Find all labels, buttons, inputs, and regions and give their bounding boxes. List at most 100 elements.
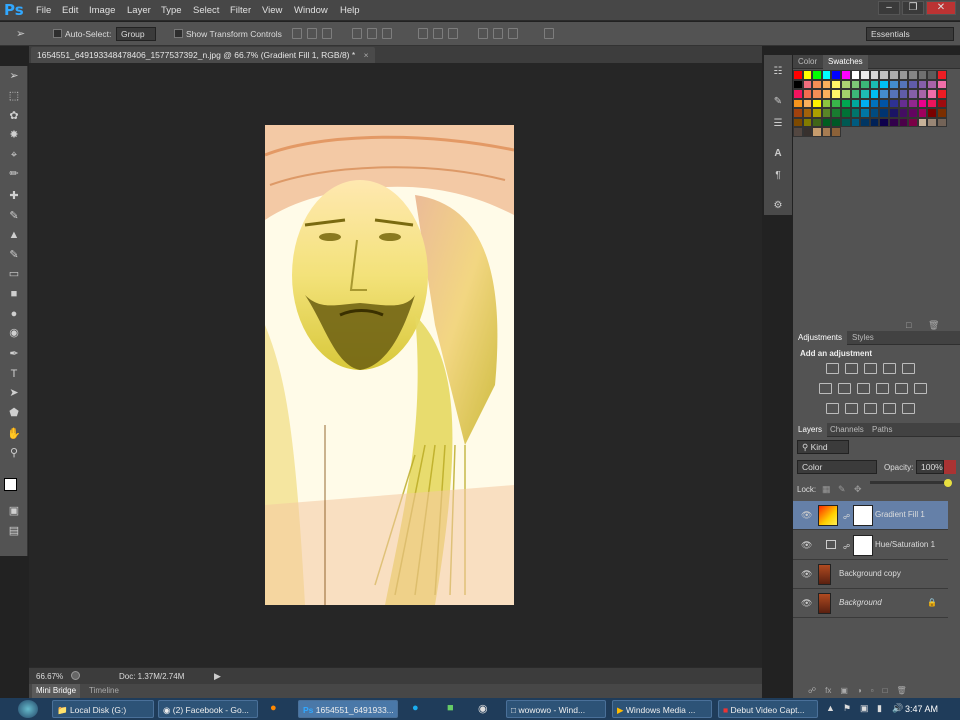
tab-styles[interactable]: Styles	[847, 331, 879, 345]
threshold-icon[interactable]	[864, 403, 877, 414]
swatch[interactable]	[850, 108, 861, 118]
menu-edit[interactable]: Edit	[62, 5, 78, 16]
swatch[interactable]	[898, 79, 909, 89]
close-tab-icon[interactable]: ×	[364, 50, 369, 60]
invert-icon[interactable]	[826, 403, 839, 414]
swatch[interactable]	[860, 117, 870, 127]
visibility-eye-icon[interactable]: 👁	[801, 510, 812, 521]
swatch[interactable]	[879, 108, 889, 118]
move-tool-icon[interactable]: ➢	[16, 27, 25, 40]
swatch[interactable]	[802, 70, 813, 80]
swatch[interactable]	[908, 117, 918, 127]
swatch[interactable]	[908, 108, 918, 118]
taskbar-item[interactable]: ▶ Windows Media ...	[612, 700, 712, 718]
swatch[interactable]	[860, 108, 870, 118]
swatch[interactable]	[936, 108, 947, 118]
filter-kind-select[interactable]: ⚲ Kind	[797, 440, 849, 454]
menu-file[interactable]: File	[36, 5, 51, 16]
swatch[interactable]	[812, 117, 822, 127]
swatch[interactable]	[860, 79, 870, 89]
network-icon[interactable]: ▮	[877, 703, 882, 714]
character-icon[interactable]: A	[770, 148, 786, 162]
swatch[interactable]	[831, 89, 841, 99]
swatch[interactable]	[793, 79, 803, 89]
swatch[interactable]	[927, 79, 937, 89]
taskbar-item[interactable]: ■ Debut Video Capt...	[718, 700, 818, 718]
layer-row[interactable]: 👁 Background 🔒	[793, 589, 948, 618]
swatch[interactable]	[840, 98, 851, 108]
layer-row[interactable]: 👁 Background copy	[793, 560, 948, 589]
close-button[interactable]: ✕	[926, 1, 956, 15]
history-brush-tool-icon[interactable]: ✎	[5, 248, 23, 263]
swatch[interactable]	[936, 117, 947, 127]
align-hcenter-icon[interactable]	[367, 28, 377, 39]
properties-icon[interactable]: ⚙	[770, 200, 786, 214]
photo-filter-icon[interactable]	[876, 383, 889, 394]
paragraph-icon[interactable]: ¶	[770, 170, 786, 184]
swatch[interactable]	[812, 70, 822, 80]
swatch[interactable]	[879, 79, 889, 89]
swatch[interactable]	[840, 108, 851, 118]
firefox-icon[interactable]: ●	[270, 702, 277, 714]
swatch[interactable]	[821, 98, 832, 108]
swatch[interactable]	[898, 108, 909, 118]
crop-tool-icon[interactable]: ⌖	[5, 148, 23, 163]
screen-mode-icon[interactable]: ▤	[5, 524, 23, 539]
brush-tool-icon[interactable]: ✎	[5, 209, 23, 224]
auto-select-checkbox[interactable]	[53, 29, 62, 38]
fx-icon[interactable]: fx	[825, 686, 831, 695]
menu-view[interactable]: View	[262, 5, 282, 16]
eraser-tool-icon[interactable]: ▭	[5, 267, 23, 282]
brush-presets-icon[interactable]: ✎	[770, 96, 786, 110]
volume-icon[interactable]: 🔊	[892, 703, 903, 714]
menu-type[interactable]: Type	[161, 5, 182, 16]
network-app-icon[interactable]: ◉	[478, 702, 488, 715]
swatch[interactable]	[888, 79, 899, 89]
new-adjustment-icon[interactable]: ◑	[857, 686, 862, 695]
swatch[interactable]	[850, 70, 861, 80]
align-vcenter-icon[interactable]	[307, 28, 317, 39]
restore-button[interactable]: ❐	[902, 1, 924, 15]
swatch[interactable]	[917, 79, 928, 89]
opacity-slider-track[interactable]	[870, 481, 948, 484]
distribute-hcenter-icon[interactable]	[493, 28, 503, 39]
swatch[interactable]	[812, 108, 822, 118]
swatch[interactable]	[869, 108, 880, 118]
swatch[interactable]	[793, 98, 803, 108]
path-select-tool-icon[interactable]: ➤	[5, 386, 23, 401]
gradient-tool-icon[interactable]: ■	[5, 287, 23, 302]
taskbar-item[interactable]: 📁 Local Disk (G:)	[52, 700, 154, 718]
clock[interactable]: 3:47 AM	[905, 704, 938, 714]
swatch[interactable]	[869, 117, 880, 127]
opacity-dropdown-arrow[interactable]	[944, 460, 956, 474]
swatch[interactable]	[869, 98, 880, 108]
swatch[interactable]	[936, 70, 947, 80]
type-tool-icon[interactable]: T	[5, 367, 23, 382]
swatch[interactable]	[898, 89, 909, 99]
swatch[interactable]	[793, 70, 803, 80]
swatch[interactable]	[821, 127, 832, 137]
swatch[interactable]	[860, 70, 870, 80]
swatch[interactable]	[898, 70, 909, 80]
selective-color-icon[interactable]	[902, 403, 915, 414]
swatch[interactable]	[802, 98, 813, 108]
swatch[interactable]	[888, 108, 899, 118]
status-info-icon[interactable]	[71, 671, 80, 680]
quick-select-tool-icon[interactable]: ✸	[5, 128, 23, 143]
visibility-eye-icon[interactable]: 👁	[801, 540, 812, 551]
swatch[interactable]	[821, 117, 832, 127]
foreground-color-swatch[interactable]	[4, 478, 17, 491]
tab-layers[interactable]: Layers	[793, 423, 828, 437]
menu-layer[interactable]: Layer	[127, 5, 151, 16]
new-swatch-icon[interactable]: □	[906, 320, 911, 330]
swatch[interactable]	[908, 89, 918, 99]
black-white-icon[interactable]	[857, 383, 870, 394]
hand-tool-icon[interactable]: ✋	[5, 427, 23, 442]
swatch[interactable]	[831, 108, 841, 118]
swatch[interactable]	[831, 117, 841, 127]
visibility-eye-icon[interactable]: 👁	[801, 598, 812, 609]
swatch[interactable]	[879, 98, 889, 108]
swatch[interactable]	[840, 70, 851, 80]
swatch[interactable]	[908, 79, 918, 89]
swatch[interactable]	[888, 70, 899, 80]
